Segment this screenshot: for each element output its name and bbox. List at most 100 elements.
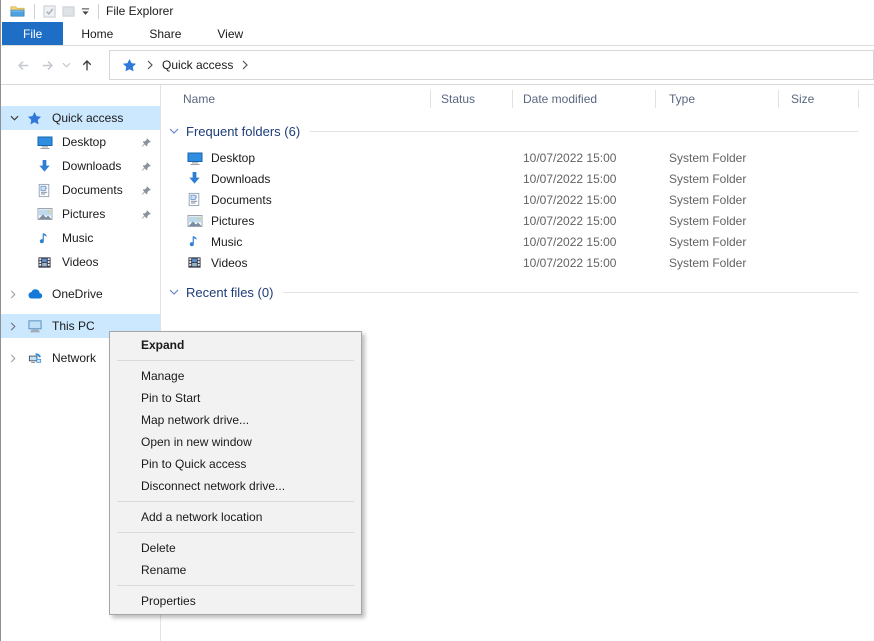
column-header-type[interactable]: Type [656,90,779,108]
sidebar-item-label: Documents [62,183,123,197]
sidebar-item-label: Downloads [62,159,121,173]
menu-item-delete[interactable]: Delete [110,537,361,559]
desktop-icon [187,150,204,166]
recent-locations-chevron-icon[interactable] [59,53,73,77]
group-header-frequent-folders[interactable]: Frequent folders (6) [161,120,874,142]
sidebar-item-pictures[interactable]: Pictures [1,202,160,226]
file-explorer-window: File Explorer File Home Share View Quic [0,0,874,641]
qat-new-folder-icon[interactable] [62,5,75,18]
file-type: System Folder [656,172,779,186]
network-icon [27,351,46,365]
pictures-icon [187,214,204,228]
file-date-modified: 10/07/2022 15:00 [513,172,656,186]
up-icon[interactable] [75,53,99,77]
address-input[interactable]: Quick access [109,50,874,80]
tab-share[interactable]: Share [131,22,199,45]
context-menu: Expand Manage Pin to Start Map network d… [109,331,362,615]
column-header-row: Name Status Date modified Type Size [161,85,874,112]
file-row-desktop[interactable]: Desktop 10/07/2022 15:00 System Folder [161,147,874,168]
pin-icon [141,185,152,196]
file-row-downloads[interactable]: Downloads 10/07/2022 15:00 System Folder [161,168,874,189]
chevron-right-icon[interactable] [10,354,22,363]
column-header-date-modified[interactable]: Date modified [513,90,656,108]
menu-item-map-network-drive[interactable]: Map network drive... [110,409,361,431]
file-row-videos[interactable]: Videos 10/07/2022 15:00 System Folder [161,252,874,273]
pin-icon [141,209,152,220]
menu-item-expand[interactable]: Expand [110,334,361,356]
column-header-size[interactable]: Size [779,90,859,108]
file-name: Documents [211,193,272,207]
menu-separator [117,532,354,533]
sidebar-item-label: OneDrive [52,287,103,301]
address-bar: Quick access [1,46,874,85]
breadcrumb[interactable]: Quick access [158,58,237,72]
sidebar-item-music[interactable]: Music [1,226,160,250]
sidebar-item-label: Network [52,351,96,365]
column-header-name[interactable]: Name [161,90,431,108]
star-icon [27,111,46,126]
pictures-icon [37,207,56,221]
breadcrumb-chevron-icon[interactable] [237,60,253,70]
file-row-music[interactable]: Music 10/07/2022 15:00 System Folder [161,231,874,252]
sidebar-item-downloads[interactable]: Downloads [1,154,160,178]
menu-item-disconnect-network-drive[interactable]: Disconnect network drive... [110,475,361,497]
menu-item-rename[interactable]: Rename [110,559,361,581]
ribbon-tab-bar: File Home Share View [1,22,874,46]
pin-icon [141,161,152,172]
chevron-right-icon[interactable] [10,290,22,299]
file-type: System Folder [656,235,779,249]
chevron-down-icon[interactable] [169,128,179,134]
tab-file[interactable]: File [2,22,63,45]
qat-customize-dropdown-icon[interactable] [81,7,90,16]
group-label: Frequent folders (6) [186,124,300,139]
menu-item-properties[interactable]: Properties [110,590,361,612]
breadcrumb-chevron-icon[interactable] [142,60,158,70]
menu-item-pin-to-quick-access[interactable]: Pin to Quick access [110,453,361,475]
file-name: Music [211,235,242,249]
group-label: Recent files (0) [186,285,273,300]
divider [98,4,99,19]
column-header-status[interactable]: Status [431,90,513,108]
back-icon[interactable] [11,53,35,77]
onedrive-cloud-icon [27,288,46,300]
tab-home[interactable]: Home [63,22,131,45]
desktop-icon [37,134,56,150]
music-icon [187,234,204,249]
file-name: Downloads [211,172,270,186]
sidebar-item-documents[interactable]: Documents [1,178,160,202]
frequent-folders-rows: Desktop 10/07/2022 15:00 System Folder D… [161,147,874,273]
divider [34,4,35,19]
this-pc-monitor-icon [27,319,46,333]
videos-icon [187,255,204,270]
chevron-down-icon[interactable] [10,115,22,121]
file-date-modified: 10/07/2022 15:00 [513,235,656,249]
file-type: System Folder [656,193,779,207]
menu-item-add-a-network-location[interactable]: Add a network location [110,506,361,528]
file-date-modified: 10/07/2022 15:00 [513,151,656,165]
app-folder-icon [9,4,26,19]
tab-view[interactable]: View [199,22,261,45]
sidebar-item-label: Quick access [52,111,123,125]
menu-item-open-in-new-window[interactable]: Open in new window [110,431,361,453]
window-title: File Explorer [106,4,173,18]
file-row-pictures[interactable]: Pictures 10/07/2022 15:00 System Folder [161,210,874,231]
sidebar-item-label: Pictures [62,207,105,221]
pin-icon [141,137,152,148]
qat-properties-icon[interactable] [43,5,56,18]
menu-separator [117,585,354,586]
sidebar-item-desktop[interactable]: Desktop [1,130,160,154]
chevron-down-icon[interactable] [169,289,179,295]
sidebar-item-quick-access[interactable]: Quick access [1,106,160,130]
sidebar-item-videos[interactable]: Videos [1,250,160,274]
menu-item-manage[interactable]: Manage [110,365,361,387]
file-type: System Folder [656,214,779,228]
sidebar-item-label: Desktop [62,135,106,149]
forward-icon[interactable] [35,53,59,77]
documents-icon [187,192,204,207]
sidebar-item-onedrive[interactable]: OneDrive [1,282,160,306]
chevron-right-icon[interactable] [10,322,22,331]
file-row-documents[interactable]: Documents 10/07/2022 15:00 System Folder [161,189,874,210]
title-bar: File Explorer [1,0,874,22]
menu-item-pin-to-start[interactable]: Pin to Start [110,387,361,409]
group-header-recent-files[interactable]: Recent files (0) [161,281,874,303]
